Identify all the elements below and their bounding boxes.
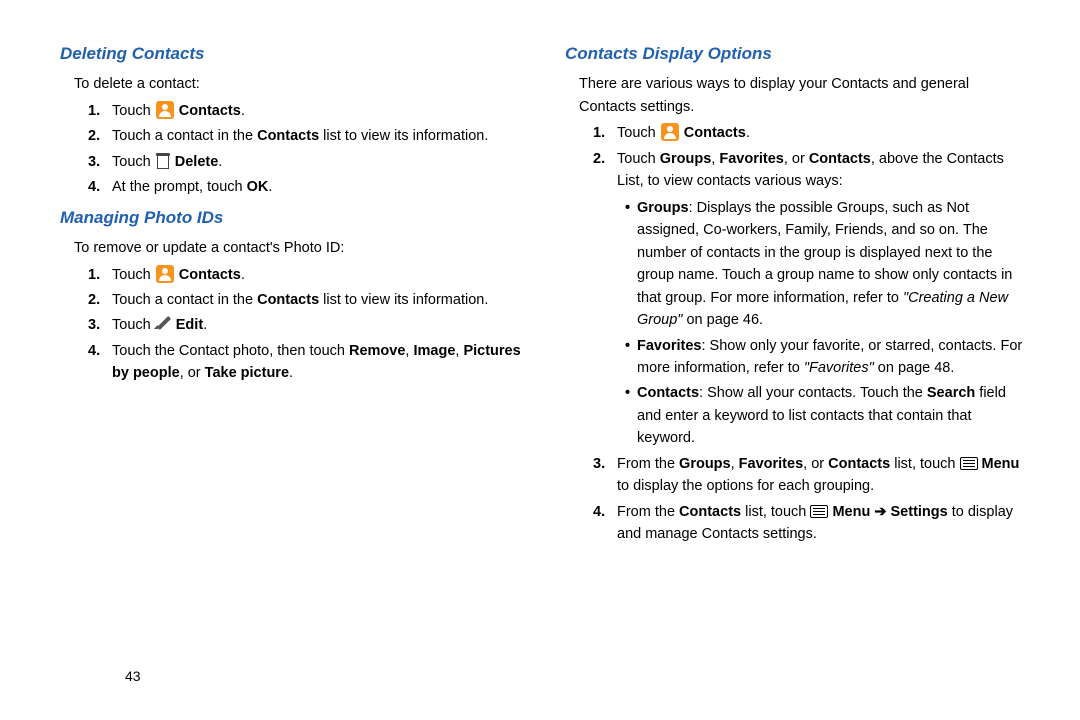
- pencil-icon: [156, 316, 171, 331]
- step: 3. From the Groups, Favorites, or Contac…: [593, 453, 1030, 498]
- bullet-groups: Groups: Displays the possible Groups, su…: [623, 197, 1030, 332]
- steps-display: 1. Touch Contacts. 2. Touch Groups, Favo…: [593, 122, 1030, 545]
- heading-managing-photo-ids: Managing Photo IDs: [60, 205, 525, 231]
- heading-display-options: Contacts Display Options: [565, 41, 1030, 67]
- step: 4. From the Contacts list, touch Menu ➔ …: [593, 501, 1030, 546]
- menu-icon: [960, 457, 978, 470]
- intro-display: There are various ways to display your C…: [579, 73, 1030, 118]
- sub-bullets: Groups: Displays the possible Groups, su…: [623, 197, 1030, 450]
- step: 1. Touch Contacts.: [88, 100, 525, 122]
- step: 2. Touch a contact in the Contacts list …: [88, 289, 525, 311]
- intro-delete: To delete a contact:: [74, 73, 525, 95]
- step: 4. At the prompt, touch OK.: [88, 176, 525, 198]
- step: 1. Touch Contacts.: [88, 264, 525, 286]
- step: 2. Touch a contact in the Contacts list …: [88, 125, 525, 147]
- page-number: 43: [125, 666, 141, 688]
- step: 2. Touch Groups, Favorites, or Contacts,…: [593, 148, 1030, 450]
- steps-delete: 1. Touch Contacts. 2. Touch a contact in…: [88, 100, 525, 199]
- heading-deleting-contacts: Deleting Contacts: [60, 41, 525, 67]
- contacts-icon: [156, 101, 174, 119]
- menu-icon: [810, 505, 828, 518]
- trash-icon: [156, 153, 170, 169]
- intro-photo: To remove or update a contact's Photo ID…: [74, 237, 525, 259]
- step: 3. Touch Delete.: [88, 151, 525, 173]
- right-column: Contacts Display Options There are vario…: [565, 35, 1030, 549]
- bullet-favorites: Favorites: Show only your favorite, or s…: [623, 335, 1030, 380]
- left-column: Deleting Contacts To delete a contact: 1…: [60, 35, 525, 549]
- contacts-icon: [156, 265, 174, 283]
- step: 4. Touch the Contact photo, then touch R…: [88, 340, 525, 385]
- bullet-contacts: Contacts: Show all your contacts. Touch …: [623, 382, 1030, 449]
- step: 1. Touch Contacts.: [593, 122, 1030, 144]
- step: 3. Touch Edit.: [88, 314, 525, 336]
- contacts-icon: [661, 123, 679, 141]
- steps-photo: 1. Touch Contacts. 2. Touch a contact in…: [88, 264, 525, 385]
